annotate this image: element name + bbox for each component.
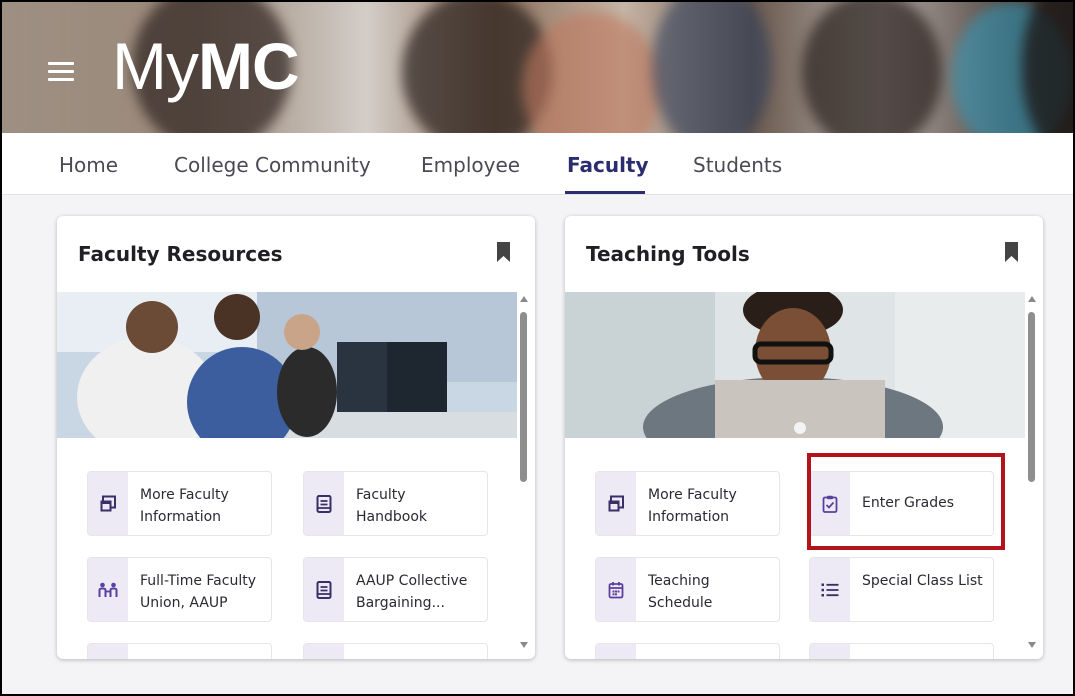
active-tab-indicator <box>565 191 645 194</box>
tile-label: Enter Grades <box>862 495 955 511</box>
bookmark-icon[interactable] <box>496 242 511 262</box>
tab-employee[interactable]: Employee <box>421 153 520 177</box>
tile-more-faculty-information[interactable]: More Faculty Information <box>87 471 272 536</box>
card-title: Teaching Tools <box>586 242 750 266</box>
tile-label: AAUP Collective Bargaining... <box>356 573 468 611</box>
tile-partial[interactable] <box>87 643 272 659</box>
tab-faculty[interactable]: Faculty <box>567 153 649 177</box>
header-banner: MyMC <box>2 2 1073 133</box>
scroll-down-arrow-icon[interactable] <box>520 642 528 648</box>
clipboard-check-icon <box>810 472 850 535</box>
document-icon <box>304 558 344 621</box>
scroll-thumb[interactable] <box>520 312 527 482</box>
tile-faculty-handbook[interactable]: Faculty Handbook <box>303 471 488 536</box>
people-union-icon <box>88 558 128 621</box>
tile-enter-grades[interactable]: Enter Grades <box>809 471 994 536</box>
tile-label: Full-Time Faculty Union, AAUP <box>140 573 256 611</box>
tab-college-community[interactable]: College Community <box>174 153 371 177</box>
faculty-computer-lab-photo <box>57 292 517 438</box>
tile-partial[interactable] <box>303 643 488 659</box>
tab-students[interactable]: Students <box>693 153 782 177</box>
scroll-up-arrow-icon[interactable] <box>520 296 528 302</box>
card-scrollbar[interactable] <box>1026 292 1038 652</box>
tile-partial[interactable] <box>809 643 994 659</box>
hamburger-menu-icon[interactable] <box>48 62 74 82</box>
tile-partial[interactable] <box>595 643 780 659</box>
handbook-icon <box>304 472 344 535</box>
tile-more-faculty-information[interactable]: More Faculty Information <box>595 471 780 536</box>
card-scrollbar[interactable] <box>518 292 530 652</box>
bookmark-icon[interactable] <box>1004 242 1019 262</box>
list-icon <box>810 558 850 621</box>
tile-label: More Faculty Information <box>140 487 229 525</box>
student-laptop-photo <box>565 292 1025 438</box>
card-title: Faculty Resources <box>78 242 283 266</box>
tile-teaching-schedule[interactable]: Teaching Schedule <box>595 557 780 622</box>
tile-special-class-list[interactable]: Special Class List <box>809 557 994 622</box>
window-stack-icon <box>88 472 128 535</box>
tab-home[interactable]: Home <box>59 153 118 177</box>
tile-label: Teaching Schedule <box>648 573 713 611</box>
calendar-icon <box>596 558 636 621</box>
tile-label: Special Class List <box>862 573 983 589</box>
scroll-up-arrow-icon[interactable] <box>1028 296 1036 302</box>
teaching-tools-card: Teaching Tools More Faculty Information <box>565 216 1043 659</box>
main-nav: Home College Community Employee Faculty … <box>2 133 1073 195</box>
tile-aaup-collective-bargaining[interactable]: AAUP Collective Bargaining... <box>303 557 488 622</box>
window-stack-icon <box>596 472 636 535</box>
scroll-down-arrow-icon[interactable] <box>1028 642 1036 648</box>
browser-frame: MyMC Home College Community Employee Fac… <box>0 0 1075 696</box>
tile-label: Faculty Handbook <box>356 487 427 525</box>
mymc-logo[interactable]: MyMC <box>112 26 300 106</box>
faculty-resources-card: Faculty Resources More Faculty Informati… <box>57 216 535 659</box>
tile-label: More Faculty Information <box>648 487 737 525</box>
tile-full-time-faculty-union[interactable]: Full-Time Faculty Union, AAUP <box>87 557 272 622</box>
scroll-thumb[interactable] <box>1028 312 1035 482</box>
